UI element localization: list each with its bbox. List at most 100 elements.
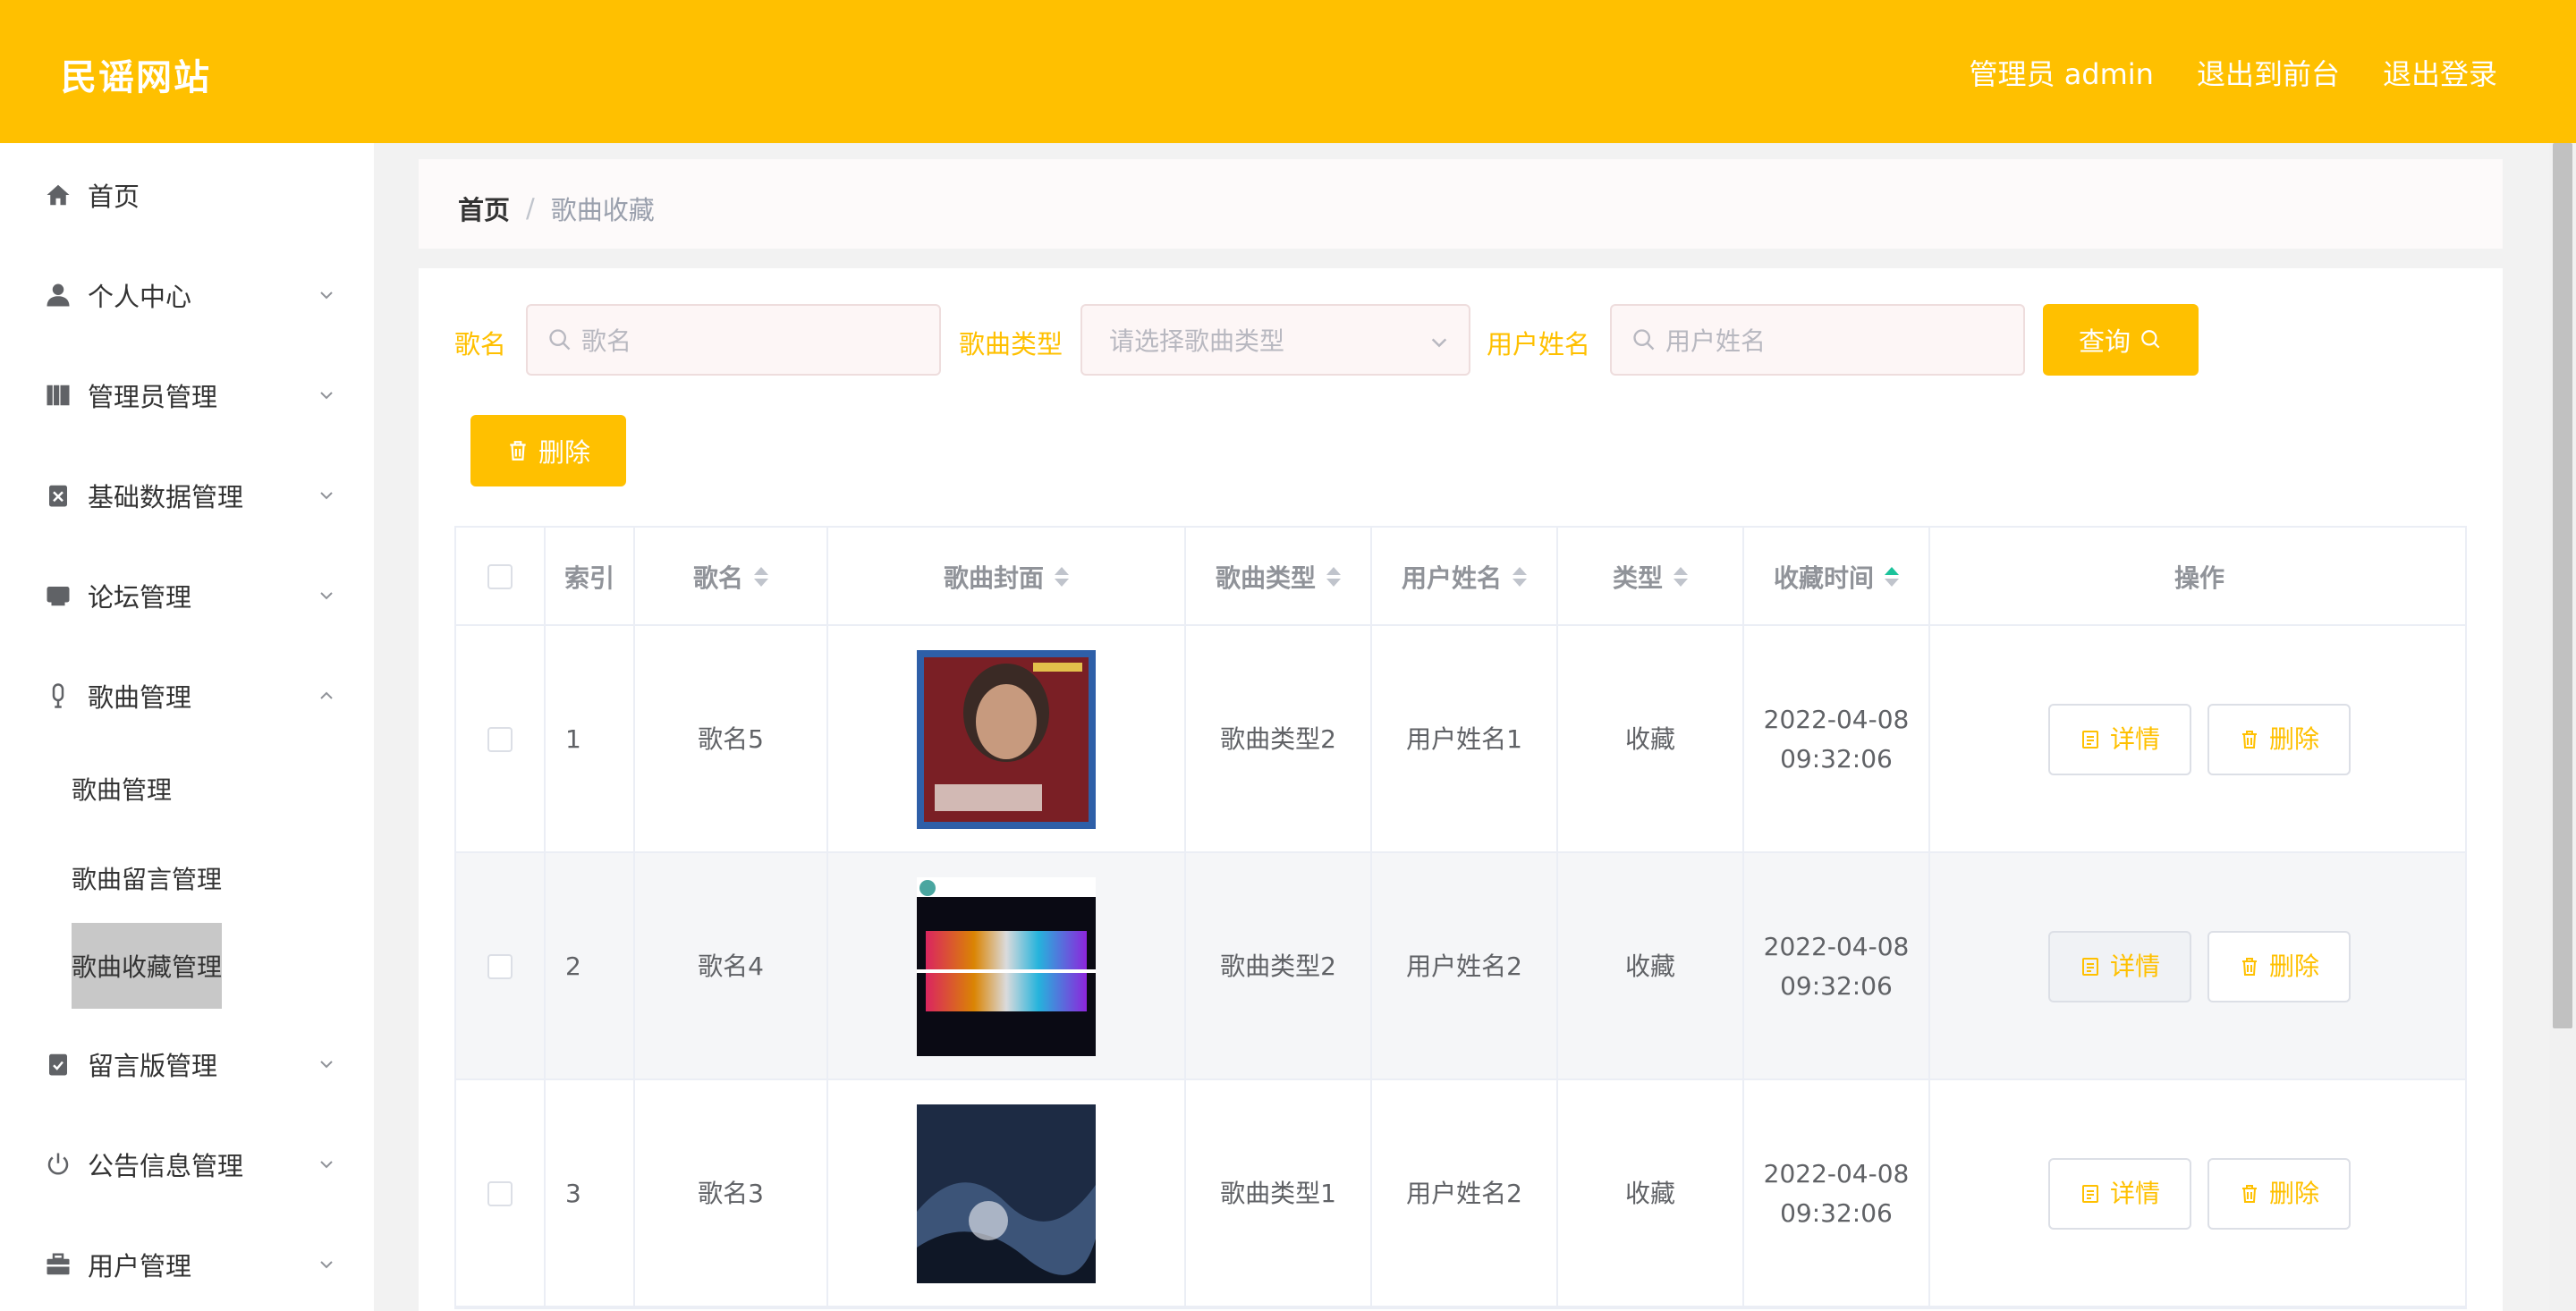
sub-item-song-management[interactable]: 歌曲管理 [72, 746, 172, 832]
sort-icon[interactable] [1326, 567, 1341, 587]
header-actions: 操作 [1930, 528, 2469, 626]
scrollbar-thumb[interactable] [2553, 143, 2572, 1028]
row-select-cell[interactable] [456, 1080, 546, 1307]
header-type[interactable]: 类型 [1558, 528, 1744, 626]
sidebar-item-base-data[interactable]: 基础数据管理 [0, 451, 374, 540]
book-icon [43, 380, 73, 410]
document-icon [2081, 1185, 2098, 1203]
row-checkbox[interactable] [487, 954, 513, 979]
sort-icon[interactable] [1674, 567, 1688, 587]
header-user[interactable]: 用户姓名 [1372, 528, 1558, 626]
header-song-type[interactable]: 歌曲类型 [1186, 528, 1372, 626]
song-name-input[interactable]: 歌名 [526, 304, 941, 376]
row-checkbox[interactable] [487, 1181, 513, 1206]
home-icon [43, 180, 73, 210]
briefcase-icon [43, 1249, 73, 1280]
user-icon [43, 280, 73, 310]
user-name-input[interactable]: 用户姓名 [1610, 304, 2025, 376]
sort-icon[interactable] [1055, 567, 1069, 587]
row-user: 用户姓名2 [1372, 853, 1558, 1080]
query-button[interactable]: 查询 [2043, 304, 2199, 376]
query-button-label: 查询 [2078, 326, 2131, 357]
row-fav-clock: 09:32:06 [1780, 971, 1893, 1001]
sidebar-item-label: 用户管理 [88, 1251, 192, 1281]
header-select-all[interactable] [456, 528, 546, 626]
sidebar-item-label: 留言版管理 [88, 1051, 218, 1081]
row-checkbox[interactable] [487, 727, 513, 752]
song-name-placeholder: 歌名 [581, 326, 632, 356]
breadcrumb-home[interactable]: 首页 [458, 190, 510, 227]
site-brand: 民谣网站 [61, 57, 211, 98]
album-cover-image [917, 877, 1096, 1056]
trash-icon [2241, 1185, 2257, 1203]
sidebar-item-label: 管理员管理 [88, 382, 218, 412]
sub-item-song-comments[interactable]: 歌曲留言管理 [72, 835, 222, 921]
sort-icon[interactable] [1885, 567, 1899, 587]
sidebar-item-forum[interactable]: 论坛管理 [0, 551, 374, 640]
sidebar-item-profile[interactable]: 个人中心 [0, 250, 374, 340]
row-fav-clock: 09:32:06 [1780, 1198, 1893, 1228]
sidebar-item-message-board[interactable]: 留言版管理 [0, 1019, 374, 1109]
row-user: 用户姓名1 [1372, 626, 1558, 853]
row-cover-cell [828, 626, 1186, 853]
row-select-cell[interactable] [456, 853, 546, 1080]
inbox-icon [43, 580, 73, 611]
page-scrollbar[interactable] [2549, 143, 2576, 1311]
header-index: 索引 [546, 528, 635, 626]
song-type-select[interactable]: 请选择歌曲类型 [1080, 304, 1470, 376]
sort-icon[interactable] [754, 567, 768, 587]
clipboard-x-icon [43, 480, 73, 511]
detail-button[interactable]: 详情 [2048, 931, 2191, 1002]
sidebar-item-home[interactable]: 首页 [0, 150, 374, 240]
chevron-down-icon [320, 592, 333, 600]
sub-item-song-favorites[interactable]: 歌曲收藏管理 [72, 923, 223, 1009]
row-type: 收藏 [1558, 1080, 1744, 1307]
chevron-up-icon [320, 691, 333, 699]
header-song-type-label: 歌曲类型 [1215, 563, 1316, 593]
sidebar: 首页 个人中心 管理员管理 基础数据管理 论坛管理 歌曲管理 歌曲管理 歌曲留言… [0, 143, 374, 1311]
logout-link[interactable]: 退出登录 [2383, 52, 2497, 93]
document-icon [2081, 958, 2098, 976]
breadcrumb-current: 歌曲收藏 [550, 195, 655, 225]
detail-button[interactable]: 详情 [2048, 704, 2191, 775]
header-fav-time[interactable]: 收藏时间 [1744, 528, 1930, 626]
header-song-label: 歌名 [692, 563, 743, 593]
row-fav-clock: 09:32:06 [1780, 744, 1893, 774]
delete-button[interactable]: 删除 [2207, 931, 2351, 1002]
trash-icon [510, 441, 526, 461]
sidebar-item-admin[interactable]: 管理员管理 [0, 351, 374, 440]
header-cover[interactable]: 歌曲封面 [828, 528, 1186, 626]
search-icon [1633, 329, 1655, 351]
delete-button[interactable]: 删除 [2207, 1158, 2351, 1230]
table-row: 1 歌名5 歌曲类型2 用户姓名1 收藏 2022-04-08 09:32:06… [456, 626, 2465, 853]
header-song[interactable]: 歌名 [635, 528, 828, 626]
header-fav-time-label: 收藏时间 [1773, 563, 1874, 593]
row-index: 3 [546, 1080, 635, 1307]
user-name-placeholder: 用户姓名 [1665, 326, 1767, 356]
row-type: 收藏 [1558, 853, 1744, 1080]
batch-delete-button[interactable]: 删除 [470, 415, 626, 486]
exit-front-link[interactable]: 退出到前台 [2197, 52, 2340, 93]
row-song-type: 歌曲类型1 [1186, 1080, 1372, 1307]
sort-icon[interactable] [1513, 567, 1527, 587]
chevron-down-icon [1431, 338, 1447, 348]
select-all-checkbox[interactable] [487, 564, 513, 589]
microphone-icon [43, 681, 73, 711]
sidebar-item-users[interactable]: 用户管理 [0, 1220, 374, 1309]
document-icon [2081, 731, 2098, 749]
delete-button[interactable]: 删除 [2207, 704, 2351, 775]
detail-button-label: 详情 [2109, 1179, 2160, 1208]
detail-button[interactable]: 详情 [2048, 1158, 2191, 1230]
album-cover-image [917, 1104, 1096, 1283]
sidebar-item-songs[interactable]: 歌曲管理 [0, 651, 374, 740]
row-select-cell[interactable] [456, 626, 546, 853]
table-header: 索引 歌名 歌曲封面 歌曲类型 用户姓名 类型 收藏时间 操作 [456, 528, 2465, 626]
detail-button-label: 详情 [2109, 724, 2160, 754]
row-cover-cell [828, 1080, 1186, 1307]
favorites-table: 索引 歌名 歌曲封面 歌曲类型 用户姓名 类型 收藏时间 操作 1 歌名5 歌曲… [454, 526, 2467, 1309]
row-song: 歌名3 [635, 1080, 828, 1307]
sidebar-item-announcements[interactable]: 公告信息管理 [0, 1120, 374, 1209]
chevron-down-icon [320, 392, 333, 400]
table-row: 3 歌名3 歌曲类型1 用户姓名2 收藏 2022-04-08 09:32:06… [456, 1080, 2465, 1307]
sidebar-item-label: 论坛管理 [88, 582, 192, 613]
